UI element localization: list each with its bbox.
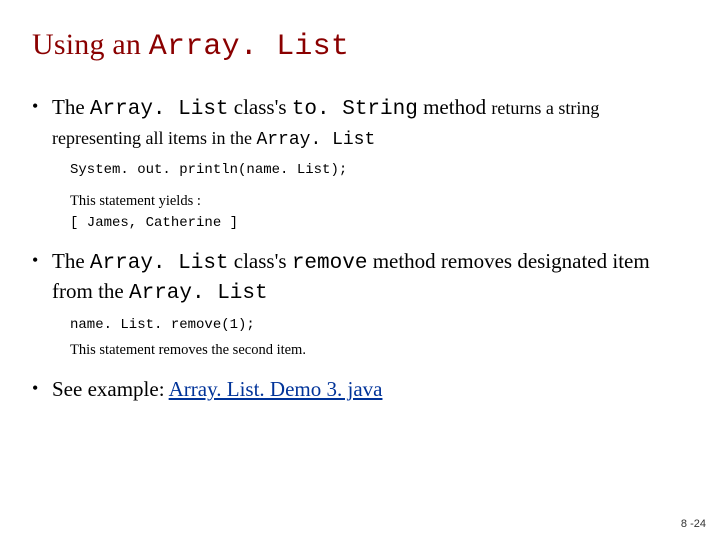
code-text: Array. List (90, 252, 229, 275)
title-prefix: Using an (32, 28, 149, 61)
code-line: name. List. remove(1); (70, 315, 688, 336)
text: class's (229, 95, 292, 119)
code-text: Array. List (129, 282, 268, 305)
text: method (418, 95, 492, 119)
sub-block: System. out. println(name. List); This s… (52, 160, 688, 234)
title-mono: Array. List (149, 30, 349, 64)
text: The (52, 249, 90, 273)
text: class's (229, 249, 292, 273)
code-line: [ James, Catherine ] (70, 213, 688, 234)
code-text: Array. List (90, 98, 229, 121)
sub-block: name. List. remove(1); This statement re… (52, 315, 688, 362)
example-link[interactable]: Array. List. Demo 3. java (169, 377, 383, 401)
slide: Using an Array. List The Array. List cla… (0, 0, 720, 540)
slide-title: Using an Array. List (32, 28, 688, 64)
code-line: System. out. println(name. List); (70, 160, 688, 181)
text: This statement removes the second item. (70, 340, 688, 362)
spacer (70, 181, 688, 187)
bullet-item: The Array. List class's remove method re… (32, 248, 688, 363)
code-text: to. String (292, 98, 418, 121)
bullet-item: The Array. List class's to. String metho… (32, 94, 688, 234)
text: The (52, 95, 90, 119)
text: See example: (52, 377, 169, 401)
code-text: Array. List (256, 130, 375, 150)
code-text: remove (292, 252, 368, 275)
bullet-item: See example: Array. List. Demo 3. java (32, 376, 688, 403)
text: This statement yields : (70, 191, 688, 213)
bullet-list: The Array. List class's to. String metho… (32, 94, 688, 403)
page-number: 8 -24 (681, 518, 706, 530)
